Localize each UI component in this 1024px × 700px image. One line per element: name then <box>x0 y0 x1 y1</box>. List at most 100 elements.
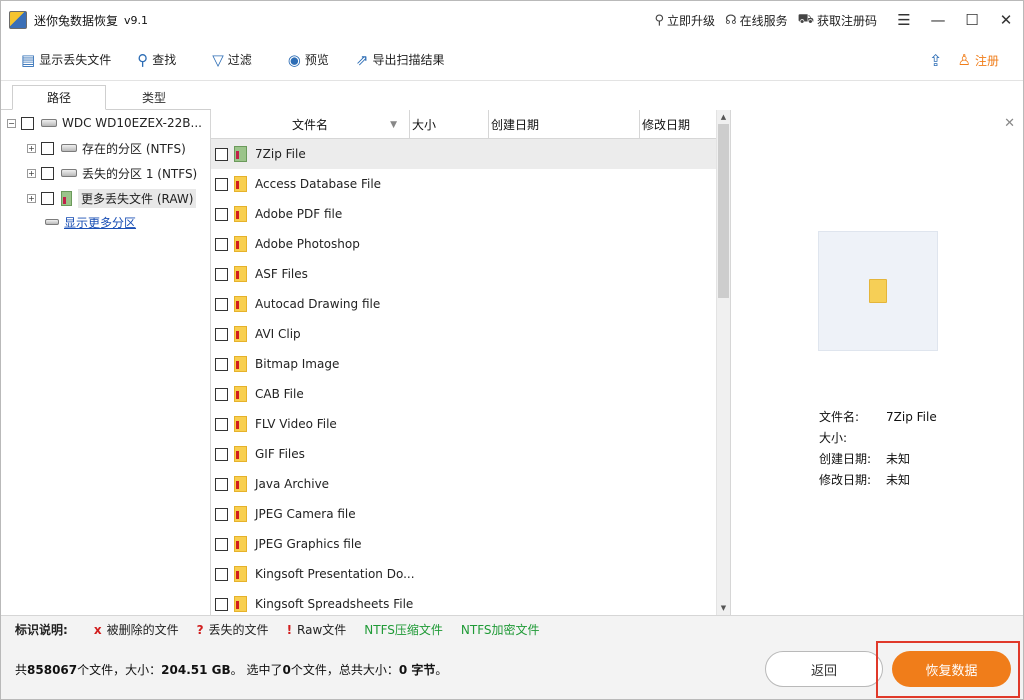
tree-checkbox-raw[interactable] <box>41 191 54 205</box>
close-preview-icon[interactable]: ✕ <box>1004 116 1015 131</box>
tree-node-lost-partition[interactable]: + 丢失的分区 1 (NTFS) <box>27 163 197 183</box>
tree-checkbox-disk[interactable] <box>21 116 34 130</box>
tree-node-more-partitions[interactable]: 显示更多分区 <box>45 212 136 232</box>
get-code-link[interactable]: ⛟ 获取注册码 <box>798 12 877 29</box>
table-row[interactable]: Autocad Drawing file <box>211 289 716 319</box>
close-button[interactable]: ✕ <box>989 1 1023 39</box>
file-name: Bitmap Image <box>255 357 340 371</box>
raw-marker-icon: ! <box>286 622 293 637</box>
row-checkbox[interactable] <box>215 507 228 521</box>
row-checkbox[interactable] <box>215 477 228 491</box>
app-title: 迷你兔数据恢复 <box>34 13 119 28</box>
row-checkbox[interactable] <box>215 177 228 191</box>
table-row[interactable]: Kingsoft Spreadsheets File <box>211 589 716 615</box>
expand-icon[interactable]: + <box>27 168 36 178</box>
preview-name-label: 文件名: <box>819 410 860 424</box>
table-row[interactable]: 7Zip File <box>211 139 716 169</box>
table-row[interactable]: ASF Files <box>211 259 716 289</box>
back-button[interactable]: 返回 <box>765 651 883 687</box>
table-row[interactable]: Access Database File <box>211 169 716 199</box>
row-checkbox[interactable] <box>215 387 228 401</box>
menu-button[interactable]: ☰ <box>887 1 921 39</box>
row-checkbox[interactable] <box>215 417 228 431</box>
show-lost-files-button[interactable]: ▤ 显示丢失文件 <box>21 46 111 74</box>
partition-icon <box>61 144 77 152</box>
table-row[interactable]: Bitmap Image <box>211 349 716 379</box>
share-button[interactable]: ⇪ <box>914 39 958 81</box>
scroll-down-icon[interactable]: ▼ <box>717 601 730 615</box>
tree-checkbox-lost[interactable] <box>41 166 54 180</box>
collapse-icon[interactable]: − <box>7 118 16 128</box>
table-row[interactable]: Java Archive <box>211 469 716 499</box>
row-checkbox[interactable] <box>215 567 228 581</box>
row-checkbox[interactable] <box>215 537 228 551</box>
row-checkbox[interactable] <box>215 447 228 461</box>
file-name: ASF Files <box>255 267 308 281</box>
status-text: 共858067个文件，大小：204.51 GB。 选中了0个文件，总共大小：0 … <box>15 661 447 678</box>
partition-tree: − WDC WD10EZEX-22B... + 存在的分区 (NTFS) + 丢… <box>1 110 211 615</box>
table-row[interactable]: FLV Video File <box>211 409 716 439</box>
table-row[interactable]: AVI Clip <box>211 319 716 349</box>
tab-type[interactable]: 类型 <box>107 85 201 110</box>
show-lost-files-label: 显示丢失文件 <box>39 53 112 67</box>
file-list: 文件名 ▼ 大小 创建日期 修改日期 7Zip File Access Data… <box>211 110 731 615</box>
tree-node-disk[interactable]: − WDC WD10EZEX-22B... <box>7 113 202 133</box>
maximize-icon: ☐ <box>965 11 979 29</box>
row-checkbox[interactable] <box>215 147 228 161</box>
row-checkbox[interactable] <box>215 267 228 281</box>
row-checkbox[interactable] <box>215 357 228 371</box>
find-label: 查找 <box>152 53 177 67</box>
recover-data-button[interactable]: 恢复数据 <box>892 651 1011 687</box>
table-row[interactable]: CAB File <box>211 379 716 409</box>
expand-icon[interactable]: + <box>27 143 36 153</box>
online-service-link[interactable]: ☊ 在线服务 <box>725 12 788 29</box>
show-more-partitions-link[interactable]: 显示更多分区 <box>64 214 136 231</box>
maximize-button[interactable]: ☐ <box>955 1 989 39</box>
column-header-modified[interactable]: 修改日期 <box>640 110 716 139</box>
legend-lost: ? 丢失的文件 <box>197 621 269 638</box>
table-row[interactable]: Kingsoft Presentation Do... <box>211 559 716 589</box>
register-button[interactable]: ♙ 注册 <box>958 51 999 69</box>
table-row[interactable]: Adobe PDF file <box>211 199 716 229</box>
column-header-name[interactable]: 文件名 ▼ <box>211 110 410 139</box>
folder-icon <box>234 266 247 282</box>
expand-icon[interactable]: + <box>27 193 36 203</box>
preview-button[interactable]: ◉ 预览 <box>288 46 329 74</box>
find-button[interactable]: ⚲ 查找 <box>137 46 176 74</box>
file-list-scrollbar[interactable]: ▲ ▼ <box>716 110 730 615</box>
row-checkbox[interactable] <box>215 207 228 221</box>
legend-deleted-label: 被删除的文件 <box>106 623 179 637</box>
folder-icon <box>234 446 247 462</box>
upgrade-link[interactable]: ⚲ 立即升级 <box>655 12 716 29</box>
column-header-created[interactable]: 创建日期 <box>489 110 640 139</box>
tab-path[interactable]: 路径 <box>12 85 106 110</box>
tree-node-existing-partition[interactable]: + 存在的分区 (NTFS) <box>27 138 186 158</box>
table-row[interactable]: Adobe Photoshop <box>211 229 716 259</box>
row-checkbox[interactable] <box>215 237 228 251</box>
close-icon: ✕ <box>999 11 1013 29</box>
legend-ntfs-compressed: NTFS压缩文件 <box>364 623 443 637</box>
row-checkbox[interactable] <box>215 597 228 611</box>
tree-node-raw-files[interactable]: + 更多丢失文件 (RAW) <box>27 188 197 208</box>
legend-bar: 标识说明: x 被删除的文件 ? 丢失的文件 ! Raw文件 NTFS压缩文件 … <box>1 615 1023 643</box>
table-row[interactable]: JPEG Graphics file <box>211 529 716 559</box>
column-header-size[interactable]: 大小 <box>410 110 489 139</box>
export-button[interactable]: ⇗ 导出扫描结果 <box>356 46 445 74</box>
file-list-header: 文件名 ▼ 大小 创建日期 修改日期 <box>211 110 716 139</box>
row-checkbox[interactable] <box>215 327 228 341</box>
headset-icon: ☊ <box>725 12 737 28</box>
filter-icon: ▽ <box>212 50 224 69</box>
filter-button[interactable]: ▽ 过滤 <box>212 46 252 74</box>
preview-created-label: 创建日期: <box>819 452 872 466</box>
file-name: Adobe PDF file <box>255 207 343 221</box>
table-row[interactable]: JPEG Camera file <box>211 499 716 529</box>
scroll-up-icon[interactable]: ▲ <box>717 110 730 124</box>
table-row[interactable]: GIF Files <box>211 439 716 469</box>
folder-icon <box>234 506 247 522</box>
minimize-button[interactable]: — <box>921 1 955 39</box>
scrollbar-thumb[interactable] <box>718 124 729 298</box>
file-name: GIF Files <box>255 447 305 461</box>
tree-checkbox-existing[interactable] <box>41 141 54 155</box>
row-checkbox[interactable] <box>215 297 228 311</box>
folder-icon <box>234 206 247 222</box>
